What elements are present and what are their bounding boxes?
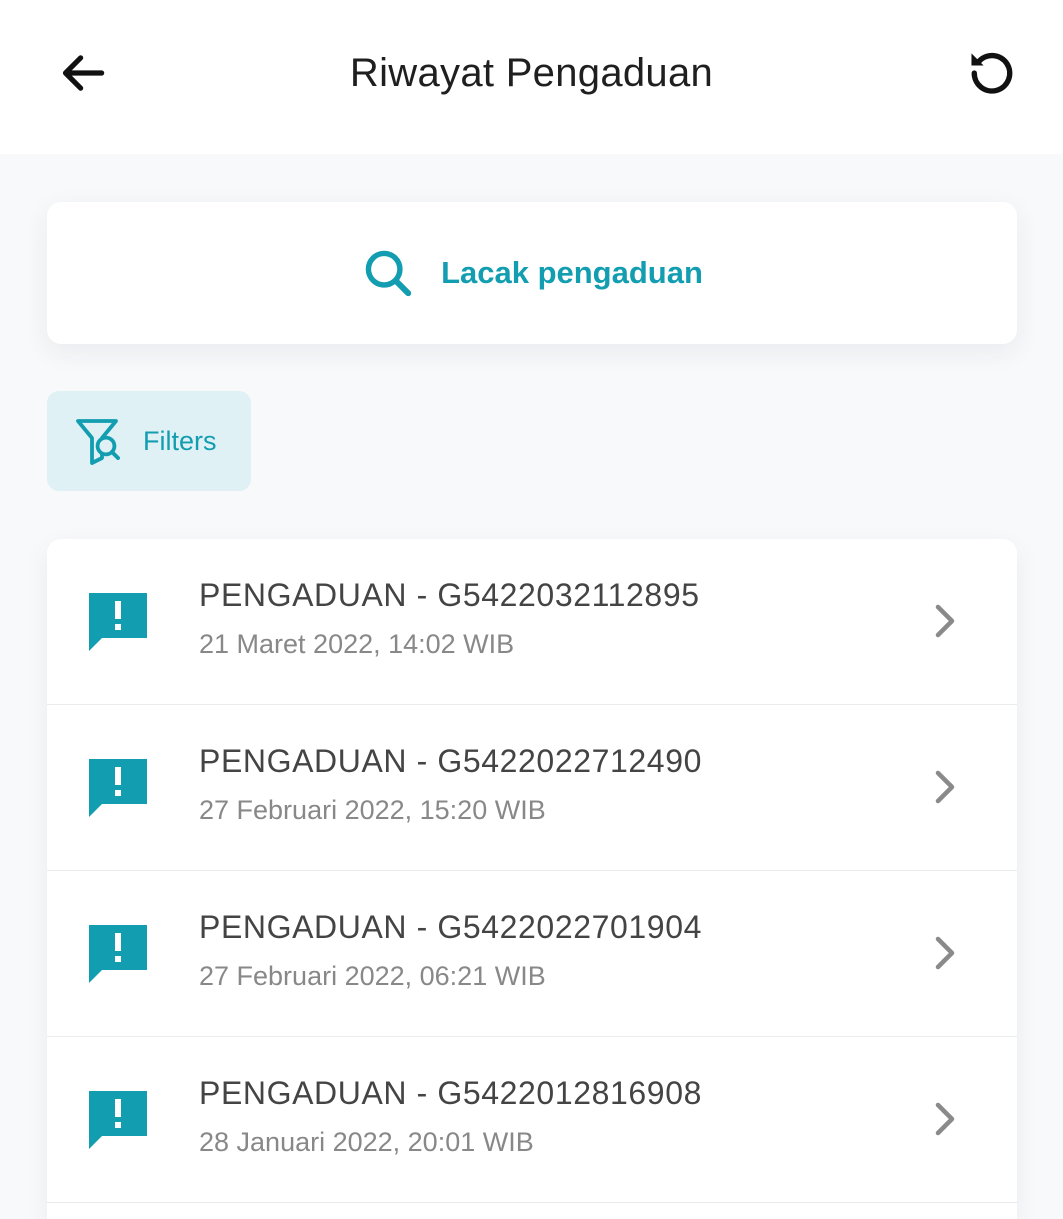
alert-message-icon (89, 1091, 147, 1149)
filter-search-icon (73, 415, 121, 467)
track-complaint-button[interactable]: Lacak pengaduan (47, 202, 1017, 344)
complaint-date: 27 Februari 2022, 06:21 WIB (199, 961, 546, 991)
chevron-right-icon (935, 770, 955, 804)
complaint-list-item[interactable]: PENGADUAN - G5422022701904 27 Februari 2… (47, 871, 1017, 1037)
alert-message-icon (89, 759, 147, 817)
chevron-right-icon (935, 1102, 955, 1136)
refresh-button[interactable] (957, 38, 1027, 108)
chevron-right-icon (935, 604, 955, 638)
complaint-title: PENGADUAN - G5422022701904 (199, 909, 702, 945)
search-icon (361, 246, 415, 300)
complaint-date: 28 Januari 2022, 20:01 WIB (199, 1127, 534, 1157)
refresh-icon (971, 52, 1013, 94)
filters-button[interactable]: Filters (47, 391, 251, 491)
complaint-list-item[interactable]: PENGADUAN - G5422032112895 21 Maret 2022… (47, 539, 1017, 705)
track-complaint-label: Lacak pengaduan (441, 255, 703, 290)
complaint-title: PENGADUAN - G5422022712490 (199, 743, 702, 779)
app-bar: Riwayat Pengaduan (0, 0, 1063, 154)
complaint-title: PENGADUAN - G5422012816908 (199, 1075, 702, 1111)
chevron-right-icon (935, 936, 955, 970)
complaint-list-item[interactable]: PENGADUAN - G5422012816908 28 Januari 20… (47, 1037, 1017, 1203)
complaint-title: PENGADUAN - G5422032112895 (199, 577, 700, 613)
complaint-date: 27 Februari 2022, 15:20 WIB (199, 795, 546, 825)
page-title: Riwayat Pengaduan (349, 51, 714, 95)
complaint-list: PENGADUAN - G5422032112895 21 Maret 2022… (47, 539, 1017, 1219)
alert-message-icon (89, 925, 147, 983)
complaint-list-item[interactable]: PENGADUAN - G5422022712490 27 Februari 2… (47, 705, 1017, 871)
filters-label: Filters (143, 425, 217, 456)
alert-message-icon (89, 593, 147, 651)
complaint-date: 21 Maret 2022, 14:02 WIB (199, 629, 515, 659)
